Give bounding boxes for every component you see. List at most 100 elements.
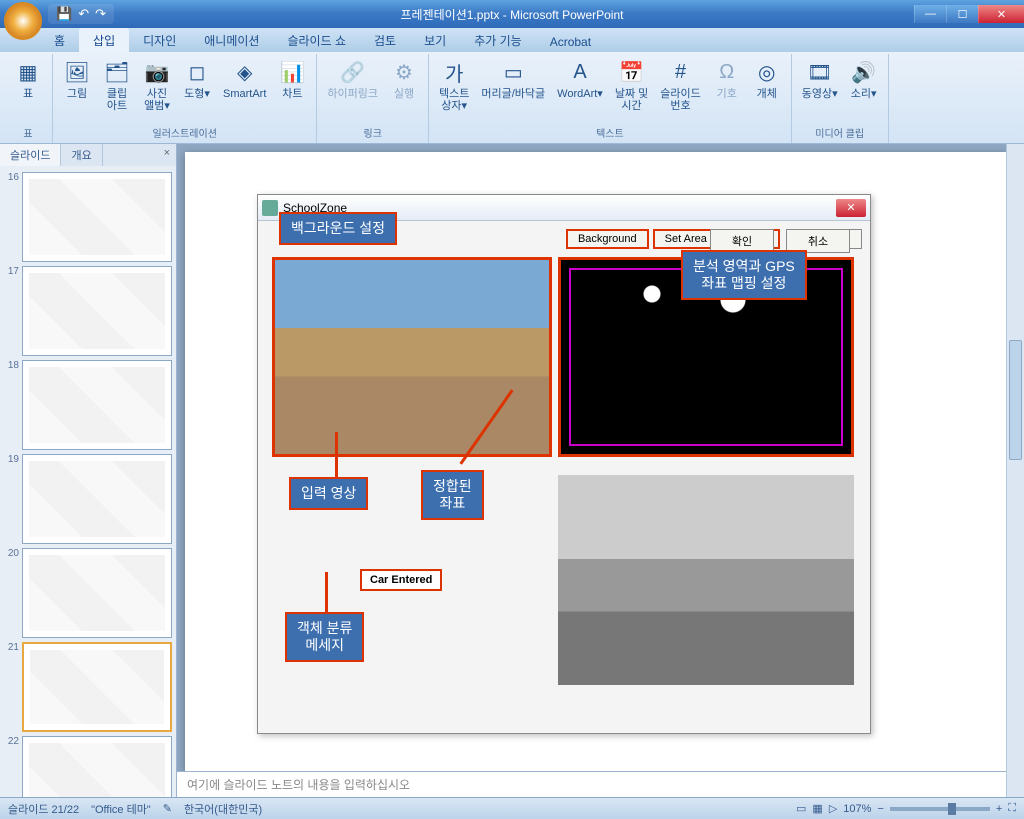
ribbon-item[interactable]: 가텍스트상자▾: [435, 56, 473, 114]
ribbon-tab-4[interactable]: 슬라이드 쇼: [273, 28, 360, 52]
ribbon-item[interactable]: ◈SmartArt: [219, 56, 270, 102]
ribbon-item-icon: 가: [440, 58, 468, 86]
slide[interactable]: SchoolZone ✕ Background Set Area Positio…: [185, 152, 1009, 771]
zoom-slider[interactable]: [890, 807, 990, 811]
ribbon-tab-1[interactable]: 삽입: [79, 28, 129, 52]
ribbon-item-label: 사진앨범▾: [144, 88, 170, 112]
ribbon-item[interactable]: 🎞동영상▾: [798, 56, 842, 102]
status-theme: "Office 테마": [91, 801, 151, 817]
slide-thumbnail[interactable]: [22, 642, 172, 732]
background-button[interactable]: Background: [566, 229, 649, 249]
slide-panel: 슬라이드 개요 × 16171819202122: [0, 144, 177, 797]
ribbon-item[interactable]: 📷사진앨범▾: [139, 56, 175, 114]
status-language[interactable]: 한국어(대한민국): [184, 801, 262, 817]
ribbon-tab-3[interactable]: 애니메이션: [190, 28, 273, 52]
callout-gps: 분석 영역과 GPS좌표 맵핑 설정: [681, 250, 807, 300]
ribbon-item[interactable]: 🖼그림: [59, 56, 95, 102]
ribbon-item: Ω 기호: [709, 56, 745, 102]
vertical-scrollbar[interactable]: [1006, 144, 1024, 771]
thumb-number: 16: [4, 172, 22, 262]
ribbon-item[interactable]: ▦표: [10, 56, 46, 102]
ribbon-item-label: 도형▾: [184, 88, 210, 100]
ribbon-item[interactable]: 🔊소리▾: [846, 56, 882, 102]
callout-coord: 정합된좌표: [421, 470, 484, 520]
ribbon-tab-2[interactable]: 디자인: [129, 28, 190, 52]
ribbon-item-label: 차트: [282, 88, 302, 100]
slide-thumbnail[interactable]: [22, 360, 172, 450]
window-title: 프레젠테이션1.pptx - Microsoft PowerPoint: [401, 6, 624, 23]
qat-redo-icon[interactable]: ↷: [95, 6, 106, 22]
ribbon-item[interactable]: 📅날짜 및시간: [611, 56, 652, 114]
ribbon: ▦표표🖼그림🗂클립아트📷사진앨범▾◻도형▾◈SmartArt📊차트일러스트레이션…: [0, 52, 1024, 144]
ribbon-item-icon: ▭: [499, 58, 527, 86]
ribbon-item[interactable]: ◎개체: [749, 56, 785, 102]
slidepane-tab-slides[interactable]: 슬라이드: [0, 144, 61, 166]
qat-save-icon[interactable]: 💾: [56, 6, 72, 22]
slide-thumbnail[interactable]: [22, 266, 172, 356]
ribbon-item[interactable]: AWordArt▾: [553, 56, 607, 102]
slide-thumbnail[interactable]: [22, 454, 172, 544]
minimize-button[interactable]: —: [914, 5, 946, 23]
slidepane-close-icon[interactable]: ×: [158, 144, 176, 166]
thumb-number: 19: [4, 454, 22, 544]
ribbon-item-icon: 🗂: [103, 58, 131, 86]
ribbon-item-icon: ▦: [14, 58, 42, 86]
ribbon-item-label: 머리글/바닥글: [481, 88, 545, 100]
ribbon-item-icon: #: [667, 58, 695, 86]
ribbon-item-icon: ◻: [183, 58, 211, 86]
dialog-icon: [262, 200, 278, 216]
status-spellcheck-icon[interactable]: ✎: [163, 802, 172, 815]
slide-thumbnail[interactable]: [22, 548, 172, 638]
ribbon-item-label: WordArt▾: [557, 88, 603, 100]
ribbon-item: 🔗하이퍼링크: [323, 56, 382, 102]
dialog-close-icon[interactable]: ✕: [836, 199, 866, 217]
ribbon-item[interactable]: 🗂클립아트: [99, 56, 135, 114]
slide-canvas-viewport[interactable]: SchoolZone ✕ Background Set Area Positio…: [177, 144, 1024, 771]
ribbon-item-label: 날짜 및시간: [615, 88, 648, 112]
callout-message: 객체 분류메세지: [285, 612, 364, 662]
view-sorter-icon[interactable]: ▦: [812, 802, 822, 815]
close-button[interactable]: ✕: [978, 5, 1024, 23]
slide-thumbnail[interactable]: [22, 172, 172, 262]
fit-to-window-icon[interactable]: ⛶: [1008, 802, 1016, 815]
zoom-in-icon[interactable]: +: [996, 803, 1002, 815]
car-entered-label: Car Entered: [360, 569, 442, 591]
slide-thumbnail[interactable]: [22, 736, 172, 797]
callout-background: 백그라운드 설정: [279, 212, 397, 245]
ribbon-item-icon: Ω: [713, 58, 741, 86]
ribbon-item[interactable]: #슬라이드번호: [656, 56, 704, 114]
thumb-number: 18: [4, 360, 22, 450]
qat-undo-icon[interactable]: ↶: [78, 6, 89, 22]
zoom-level[interactable]: 107%: [843, 803, 871, 815]
ribbon-tab-0[interactable]: 홈: [40, 28, 79, 52]
slidepane-tab-outline[interactable]: 개요: [61, 144, 102, 166]
ribbon-item-icon: 📊: [278, 58, 306, 86]
ribbon-item: ⚙실행: [386, 56, 422, 102]
maximize-button[interactable]: ☐: [946, 5, 978, 23]
zoom-out-icon[interactable]: −: [877, 803, 883, 815]
ribbon-item[interactable]: ▭ 머리글/바닥글: [477, 56, 549, 102]
input-video-frame: [272, 257, 552, 457]
set-area-button[interactable]: Set Area: [653, 229, 719, 249]
view-slideshow-icon[interactable]: ▷: [829, 802, 837, 815]
title-bar: 💾 ↶ ↷ 프레젠테이션1.pptx - Microsoft PowerPoin…: [0, 0, 1024, 28]
ribbon-item[interactable]: ◻ 도형▾: [179, 56, 215, 102]
ribbon-item-label: 표: [23, 88, 33, 100]
callout-input: 입력 영상: [289, 477, 368, 510]
ribbon-item-label: 그림: [67, 88, 87, 100]
ribbon-item-label: 클립아트: [107, 88, 127, 112]
ribbon-group-label: 일러스트레이션: [59, 124, 310, 141]
ribbon-item-label: 텍스트상자▾: [439, 88, 469, 112]
ribbon-tab-8[interactable]: Acrobat: [536, 31, 605, 52]
ribbon-item-label: 기호: [717, 88, 737, 100]
ribbon-tab-7[interactable]: 추가 기능: [460, 28, 536, 52]
ribbon-tab-5[interactable]: 검토: [360, 28, 410, 52]
ribbon-group-label: 링크: [323, 124, 422, 141]
office-button[interactable]: [4, 2, 42, 40]
ribbon-item[interactable]: 📊 차트: [274, 56, 310, 102]
ribbon-tab-6[interactable]: 보기: [410, 28, 460, 52]
notes-pane[interactable]: 여기에 슬라이드 노트의 내용을 입력하십시오: [177, 771, 1024, 797]
view-normal-icon[interactable]: ▭: [796, 802, 806, 815]
slide-thumbnails[interactable]: 16171819202122: [0, 166, 176, 797]
ribbon-item-icon: ⚙: [390, 58, 418, 86]
